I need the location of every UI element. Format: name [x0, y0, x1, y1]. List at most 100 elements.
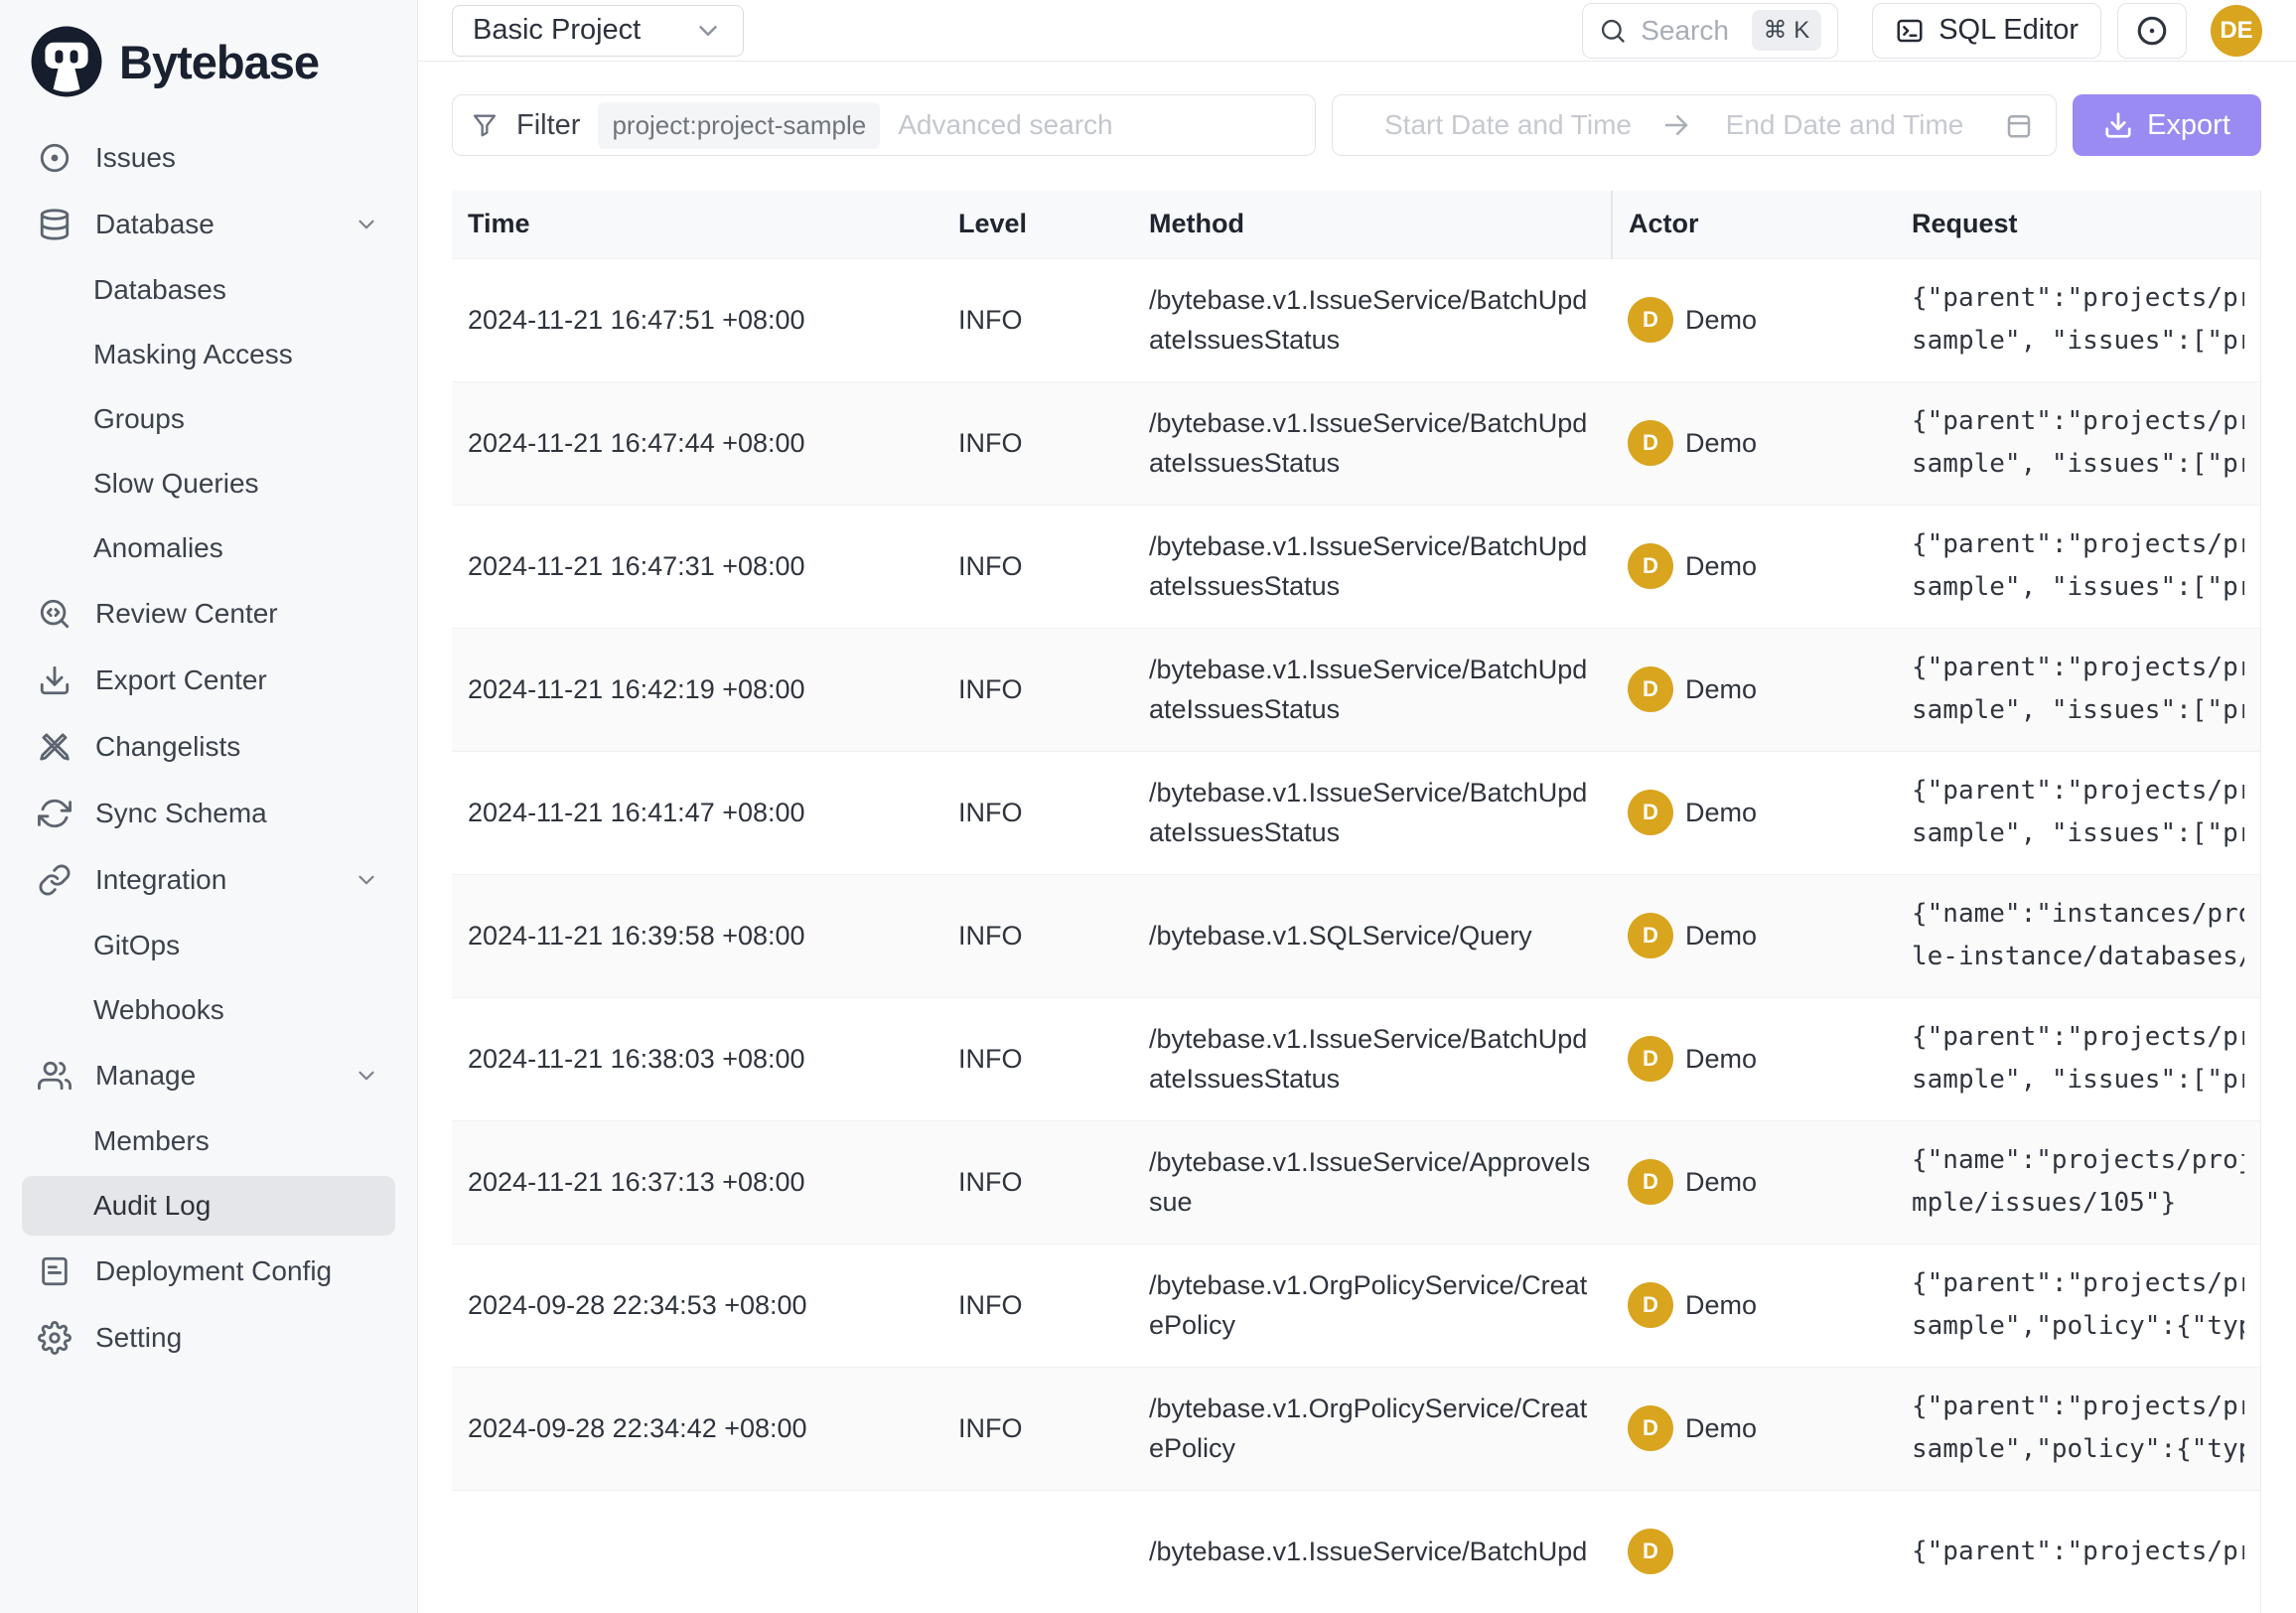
advanced-search-input[interactable] — [898, 109, 1297, 141]
log-level: INFO — [942, 258, 1133, 381]
sidebar-item-masking-access[interactable]: Masking Access — [22, 325, 395, 384]
actor-avatar: D — [1628, 790, 1673, 835]
target-icon — [38, 141, 72, 175]
sidebar-item-databases[interactable]: Databases — [22, 260, 395, 320]
sidebar: Bytebase Issues Database Databases Mask — [0, 0, 418, 1613]
log-level: INFO — [942, 1367, 1133, 1490]
circle-dot-button[interactable] — [2117, 3, 2187, 59]
sidebar-item-webhooks[interactable]: Webhooks — [22, 980, 395, 1040]
project-selector-value: Basic Project — [473, 14, 641, 47]
column-header-time[interactable]: Time — [452, 191, 942, 258]
filter-chip[interactable]: project:project-sample — [598, 102, 880, 149]
sql-editor-button[interactable]: SQL Editor — [1872, 3, 2101, 59]
sidebar-item-label: Setting — [95, 1322, 182, 1354]
export-label: Export — [2147, 109, 2230, 142]
sidebar-item-label: Review Center — [95, 598, 278, 630]
bytebase-logo-icon — [30, 25, 103, 98]
column-header-request[interactable]: Request — [1896, 191, 2261, 258]
sidebar-item-label: Groups — [93, 403, 185, 435]
sidebar-item-label: Database — [95, 209, 215, 240]
sidebar-item-groups[interactable]: Groups — [22, 389, 395, 449]
log-method: /bytebase.v1.IssueService/BatchUpd ateIs… — [1133, 505, 1612, 628]
sidebar-item-sync-schema[interactable]: Sync Schema — [22, 783, 395, 844]
gear-icon — [38, 1321, 72, 1355]
log-time: 2024-11-21 16:47:44 +08:00 — [452, 381, 942, 505]
log-level: INFO — [942, 751, 1133, 874]
sidebar-item-integration[interactable]: Integration — [22, 849, 395, 911]
export-download-icon — [2103, 110, 2133, 140]
log-actor: DDemo — [1612, 1367, 1896, 1490]
log-actor: D — [1612, 1490, 1896, 1613]
table-row: 2024-11-21 16:38:03 +08:00 INFO /bytebas… — [452, 997, 2261, 1120]
search-label: Search — [1641, 15, 1737, 47]
sidebar-item-members[interactable]: Members — [22, 1111, 395, 1171]
actor-avatar: D — [1628, 1159, 1673, 1205]
sidebar-item-gitops[interactable]: GitOps — [22, 916, 395, 975]
table-row: 2024-11-21 16:47:51 +08:00 INFO /bytebas… — [452, 258, 2261, 381]
logo[interactable]: Bytebase — [0, 24, 417, 99]
sidebar-item-label: Export Center — [95, 664, 267, 696]
log-method: /bytebase.v1.IssueService/BatchUpd ateIs… — [1133, 751, 1612, 874]
sidebar-item-label: Sync Schema — [95, 798, 267, 829]
log-time: 2024-11-21 16:42:19 +08:00 — [452, 628, 942, 751]
chevron-down-icon — [354, 867, 379, 893]
column-header-method[interactable]: Method — [1133, 191, 1612, 258]
sidebar-item-label: Databases — [93, 274, 226, 306]
log-time: 2024-11-21 16:39:58 +08:00 — [452, 874, 942, 997]
sidebar-item-deployment-config[interactable]: Deployment Config — [22, 1241, 395, 1302]
actor-name: Demo — [1685, 1044, 1757, 1075]
end-date-placeholder[interactable]: End Date and Time — [1691, 109, 1998, 141]
sidebar-item-label: Webhooks — [93, 994, 224, 1026]
actor-name: Demo — [1685, 921, 1757, 952]
log-actor: DDemo — [1612, 381, 1896, 505]
sidebar-item-label: Issues — [95, 142, 176, 174]
log-time: 2024-09-28 22:34:53 +08:00 — [452, 1244, 942, 1367]
sidebar-item-changelists[interactable]: Changelists — [22, 716, 395, 778]
log-actor: DDemo — [1612, 997, 1896, 1120]
filter-row: Filter project:project-sample Start Date… — [452, 94, 2261, 156]
column-header-level[interactable]: Level — [942, 191, 1133, 258]
sidebar-item-label: Masking Access — [93, 339, 293, 370]
table-row: 2024-09-28 22:34:42 +08:00 INFO /bytebas… — [452, 1367, 2261, 1490]
chevron-down-icon — [354, 1063, 379, 1089]
table-row: 2024-11-21 16:47:31 +08:00 INFO /bytebas… — [452, 505, 2261, 628]
actor-name: Demo — [1685, 1413, 1757, 1444]
sidebar-item-review-center[interactable]: Review Center — [22, 583, 395, 645]
log-level: INFO — [942, 874, 1133, 997]
date-range-picker[interactable]: Start Date and Time End Date and Time — [1332, 94, 2057, 156]
app-root: Bytebase Issues Database Databases Mask — [0, 0, 2296, 1613]
table-row: 2024-11-21 16:42:19 +08:00 INFO /bytebas… — [452, 628, 2261, 751]
sidebar-item-slow-queries[interactable]: Slow Queries — [22, 454, 395, 513]
log-time: 2024-11-21 16:38:03 +08:00 — [452, 997, 942, 1120]
sidebar-item-label: Integration — [95, 864, 226, 896]
actor-name: Demo — [1685, 1290, 1757, 1321]
log-method: /bytebase.v1.IssueService/BatchUpd ateIs… — [1133, 628, 1612, 751]
table-row: /bytebase.v1.IssueService/BatchUpd D {"p… — [452, 1490, 2261, 1613]
log-request: {"parent":"projects/pr sample","policy":… — [1896, 1367, 2261, 1490]
log-method: /bytebase.v1.SQLService/Query — [1133, 874, 1612, 997]
filter-box[interactable]: Filter project:project-sample — [452, 94, 1316, 156]
log-level: INFO — [942, 628, 1133, 751]
start-date-placeholder[interactable]: Start Date and Time — [1355, 109, 1661, 141]
log-level: INFO — [942, 997, 1133, 1120]
sidebar-item-database[interactable]: Database — [22, 194, 395, 255]
export-button[interactable]: Export — [2073, 94, 2261, 156]
actor-avatar: D — [1628, 543, 1673, 589]
column-header-actor[interactable]: Actor — [1612, 191, 1896, 258]
log-request: {"parent":"projects/pr — [1896, 1490, 2261, 1613]
sidebar-item-issues[interactable]: Issues — [22, 127, 395, 189]
sidebar-item-anomalies[interactable]: Anomalies — [22, 518, 395, 578]
log-time — [452, 1490, 942, 1613]
user-avatar[interactable]: DE — [2211, 5, 2262, 57]
table-row: 2024-11-21 16:39:58 +08:00 INFO /bytebas… — [452, 874, 2261, 997]
funnel-icon — [471, 111, 499, 139]
sidebar-item-export-center[interactable]: Export Center — [22, 650, 395, 711]
sidebar-item-audit-log[interactable]: Audit Log — [22, 1176, 395, 1236]
search-button[interactable]: Search ⌘ K — [1582, 3, 1838, 59]
sidebar-item-setting[interactable]: Setting — [22, 1307, 395, 1369]
link-icon — [38, 863, 72, 897]
sidebar-item-manage[interactable]: Manage — [22, 1045, 395, 1106]
log-method: /bytebase.v1.OrgPolicyService/Creat ePol… — [1133, 1244, 1612, 1367]
project-selector[interactable]: Basic Project — [452, 5, 744, 57]
users-icon — [38, 1059, 72, 1093]
